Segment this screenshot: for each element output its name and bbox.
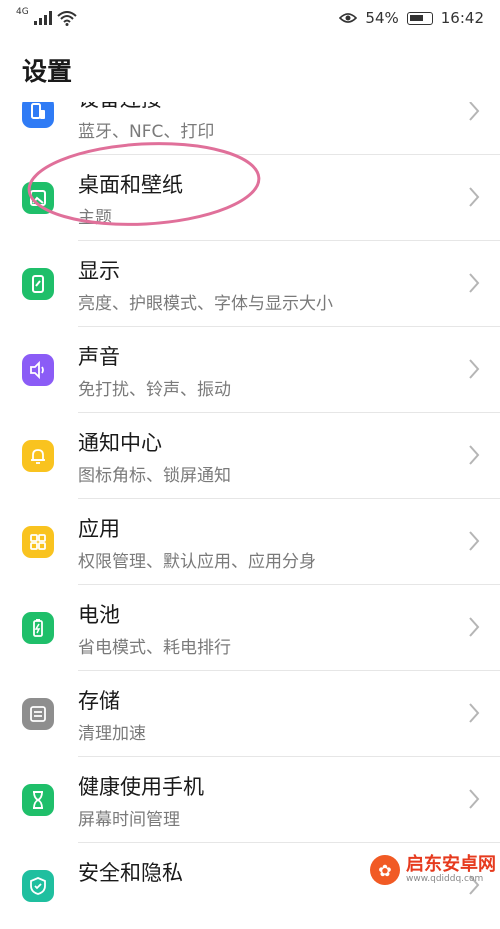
- shield-icon: [22, 870, 54, 902]
- settings-item-display[interactable]: 显示 亮度、护眼模式、字体与显示大小: [0, 241, 500, 327]
- wallpaper-icon: [22, 182, 54, 214]
- signal-icon: [33, 11, 52, 25]
- chevron-right-icon: [469, 359, 480, 379]
- chevron-right-icon: [469, 789, 480, 809]
- settings-item-subtitle: 图标角标、锁屏通知: [78, 466, 231, 486]
- settings-item-subtitle: 屏幕时间管理: [78, 810, 180, 830]
- network-type: 4G: [16, 7, 29, 17]
- battery-percent: 54%: [365, 9, 399, 27]
- watermark-url: www.qdiddq.com: [406, 873, 484, 884]
- sound-icon: [22, 354, 54, 386]
- settings-item-apps[interactable]: 应用 权限管理、默认应用、应用分身: [0, 499, 500, 585]
- chevron-right-icon: [469, 703, 480, 723]
- bell-icon: [22, 440, 54, 472]
- hourglass-icon: [22, 784, 54, 816]
- watermark-text: 启东安卓网 www.qdiddq.com: [406, 855, 496, 885]
- watermark-logo-icon: ✿: [370, 855, 400, 885]
- wifi-icon: [57, 10, 77, 26]
- status-left: 4G: [16, 7, 77, 26]
- settings-item-title: 安全和隐私: [78, 861, 183, 885]
- settings-item-title: 显示: [78, 259, 120, 283]
- status-bar: 4G 54% 16:42: [0, 0, 500, 36]
- chevron-right-icon: [469, 273, 480, 293]
- settings-item-storage[interactable]: 存储 清理加速: [0, 671, 500, 757]
- clock-time: 16:42: [440, 9, 484, 27]
- chevron-right-icon: [469, 187, 480, 207]
- settings-item-subtitle: 主题: [78, 208, 112, 228]
- settings-item-title: 声音: [78, 345, 120, 369]
- settings-item-subtitle: 权限管理、默认应用、应用分身: [78, 552, 316, 572]
- settings-list[interactable]: 设备连接 蓝牙、NFC、打印 桌面和壁纸 主题 显示 亮度、护眼模式、字体与显示…: [0, 69, 500, 929]
- settings-item-title: 存储: [78, 689, 120, 713]
- settings-item-digital-balance[interactable]: 健康使用手机 屏幕时间管理: [0, 757, 500, 843]
- chevron-right-icon: [469, 101, 480, 121]
- battery-icon: [22, 612, 54, 644]
- settings-item-title: 应用: [78, 517, 120, 541]
- settings-item-title: 桌面和壁纸: [78, 173, 183, 197]
- storage-icon: [22, 698, 54, 730]
- page-title: 设置: [22, 57, 73, 86]
- eye-comfort-icon: [339, 13, 358, 23]
- chevron-right-icon: [469, 445, 480, 465]
- settings-item-subtitle: 蓝牙、NFC、打印: [78, 122, 215, 142]
- settings-item-subtitle: 省电模式、耗电排行: [78, 638, 231, 658]
- status-right: 54% 16:42: [339, 9, 484, 27]
- settings-item-sound[interactable]: 声音 免打扰、铃声、振动: [0, 327, 500, 413]
- settings-item-subtitle: 清理加速: [78, 724, 146, 744]
- settings-item-wallpaper[interactable]: 桌面和壁纸 主题: [0, 155, 500, 241]
- watermark-name: 启东安卓网: [406, 854, 496, 876]
- chevron-right-icon: [469, 617, 480, 637]
- page-header: 设置: [0, 36, 500, 102]
- settings-item-subtitle: 免打扰、铃声、振动: [78, 380, 231, 400]
- watermark: ✿ 启东安卓网 www.qdiddq.com: [370, 855, 496, 885]
- display-icon: [22, 268, 54, 300]
- settings-item-title: 电池: [78, 603, 120, 627]
- settings-item-notifications[interactable]: 通知中心 图标角标、锁屏通知: [0, 413, 500, 499]
- settings-item-battery[interactable]: 电池 省电模式、耗电排行: [0, 585, 500, 671]
- battery-icon: [406, 11, 433, 25]
- chevron-right-icon: [469, 531, 480, 551]
- apps-grid-icon: [22, 526, 54, 558]
- settings-item-title: 健康使用手机: [78, 775, 204, 799]
- settings-item-subtitle: 亮度、护眼模式、字体与显示大小: [78, 294, 333, 314]
- settings-item-title: 通知中心: [78, 431, 162, 455]
